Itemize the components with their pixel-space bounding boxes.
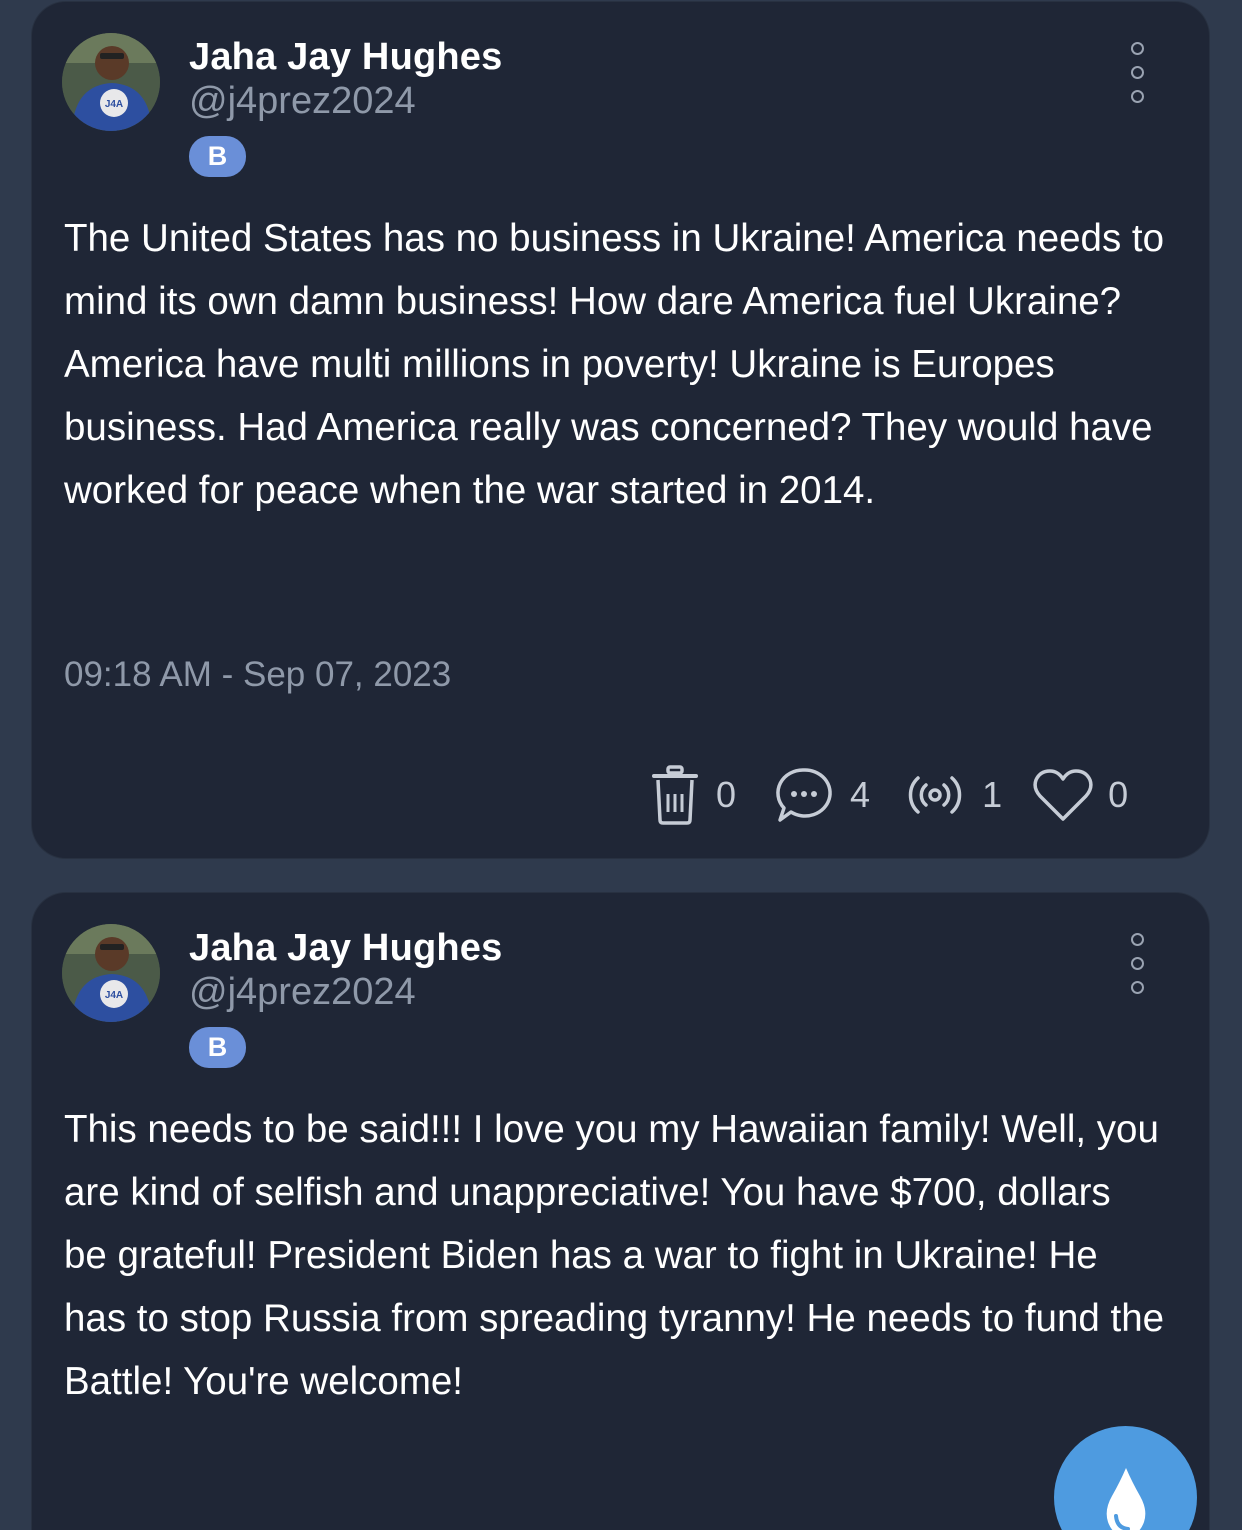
avatar-shirt-text: J4A	[105, 99, 123, 110]
more-vertical-icon	[1130, 66, 1144, 79]
delete-button[interactable]: 0	[650, 764, 736, 826]
author-badge: B	[189, 1027, 246, 1068]
post-timestamp: 09:18 AM - Sep 07, 2023	[64, 655, 452, 694]
author-name[interactable]: Jaha Jay Hughes	[189, 36, 502, 79]
author-name[interactable]: Jaha Jay Hughes	[189, 927, 502, 970]
more-vertical-icon	[1130, 957, 1144, 970]
author-handle[interactable]: @j4prez2024	[189, 971, 416, 1014]
avatar[interactable]: J4A	[62, 33, 160, 131]
like-button[interactable]: 0	[1032, 767, 1128, 823]
more-vertical-icon	[1130, 90, 1144, 103]
like-count: 0	[1108, 774, 1129, 815]
avatar[interactable]: J4A	[62, 924, 160, 1022]
post-card[interactable]: J4A Jaha Jay Hughes @j4prez2024 B The Un…	[32, 2, 1209, 858]
post-text: The United States has no business in Ukr…	[64, 217, 1164, 512]
post-feed: J4A Jaha Jay Hughes @j4prez2024 B The Un…	[0, 0, 1242, 1530]
avatar-shirt-text: J4A	[105, 990, 123, 1001]
comment-bubble-icon	[774, 765, 834, 825]
post-actions: 0 4 1 0	[650, 764, 1128, 826]
comment-count: 4	[850, 774, 871, 815]
heart-icon	[1032, 767, 1094, 823]
delete-count: 0	[716, 774, 737, 815]
trash-icon	[650, 764, 700, 826]
more-vertical-icon	[1130, 933, 1144, 946]
more-vertical-icon	[1130, 981, 1144, 994]
post-text: This needs to be said!!! I love you my H…	[64, 1108, 1165, 1403]
more-vertical-icon	[1130, 42, 1144, 55]
author-handle[interactable]: @j4prez2024	[189, 80, 416, 123]
post-card[interactable]: J4A Jaha Jay Hughes @j4prez2024 B This n…	[32, 893, 1209, 1530]
author-badge: B	[189, 136, 246, 177]
more-options-button[interactable]	[1125, 933, 1149, 1003]
comment-button[interactable]: 4	[774, 765, 870, 825]
broadcast-icon	[906, 773, 964, 817]
more-options-button[interactable]	[1125, 42, 1149, 112]
broadcast-count: 1	[982, 774, 1003, 815]
broadcast-button[interactable]: 1	[906, 773, 1002, 817]
